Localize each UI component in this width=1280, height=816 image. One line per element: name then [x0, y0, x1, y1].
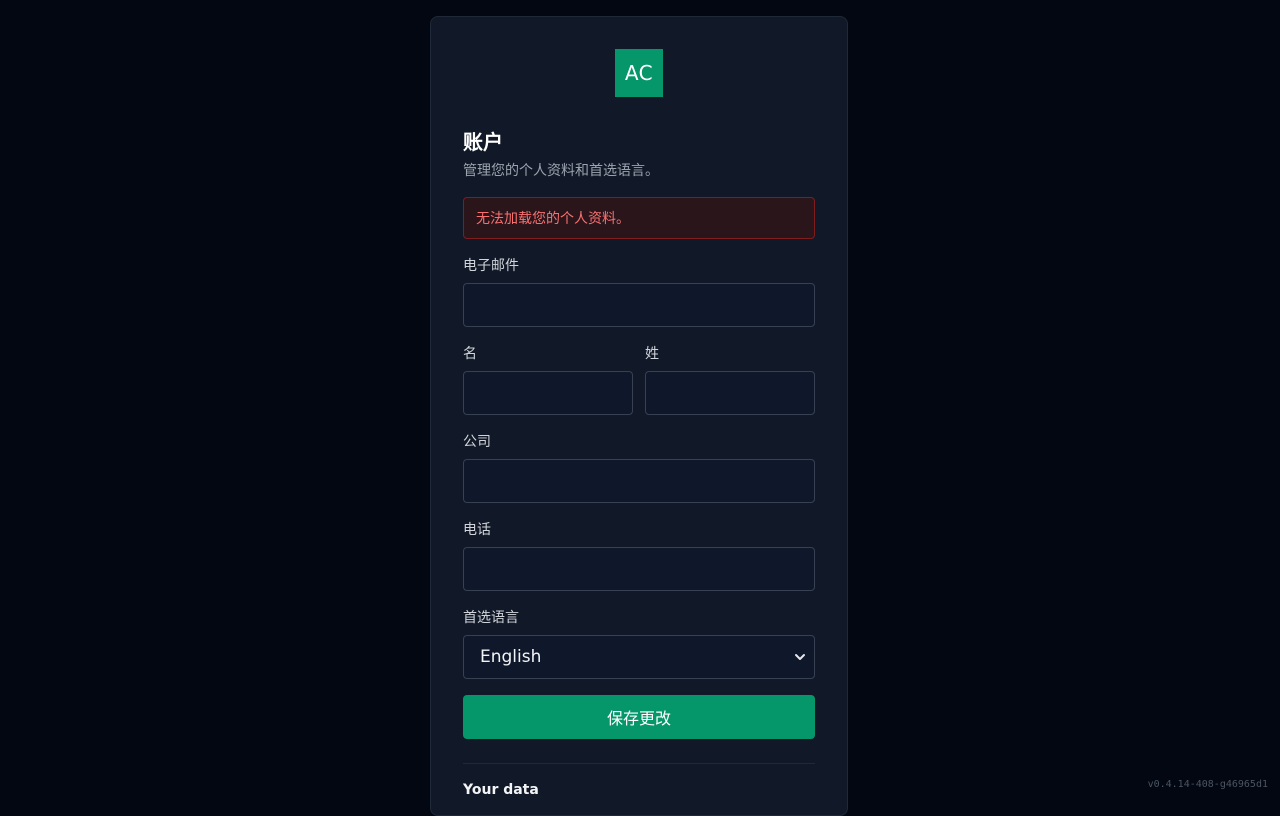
last-name-label: 姓 — [645, 345, 815, 363]
name-row: 名 姓 — [463, 345, 815, 415]
your-data-heading: Your data — [463, 782, 815, 798]
last-name-group: 姓 — [645, 345, 815, 415]
email-group: 电子邮件 — [463, 257, 815, 327]
page-title: 账户 — [463, 129, 815, 155]
error-alert: 无法加载您的个人资料。 — [463, 197, 815, 239]
language-selected-value: English — [480, 647, 541, 667]
company-label: 公司 — [463, 433, 815, 451]
language-group: 首选语言 English — [463, 609, 815, 679]
page-subtitle: 管理您的个人资料和首选语言。 — [463, 161, 815, 181]
logo: AC — [615, 49, 663, 97]
company-field[interactable] — [463, 459, 815, 503]
logo-text: AC — [625, 61, 653, 85]
save-button[interactable]: 保存更改 — [463, 695, 815, 739]
error-message: 无法加载您的个人资料。 — [476, 208, 630, 228]
first-name-label: 名 — [463, 345, 633, 363]
first-name-field[interactable] — [463, 371, 633, 415]
chevron-down-icon — [794, 651, 806, 663]
company-group: 公司 — [463, 433, 815, 503]
language-label: 首选语言 — [463, 609, 815, 627]
divider — [463, 763, 815, 764]
email-field[interactable] — [463, 283, 815, 327]
language-select[interactable]: English — [463, 635, 815, 679]
phone-group: 电话 — [463, 521, 815, 591]
phone-label: 电话 — [463, 521, 815, 539]
email-label: 电子邮件 — [463, 257, 815, 275]
phone-field[interactable] — [463, 547, 815, 591]
last-name-field[interactable] — [645, 371, 815, 415]
version-label: v0.4.14-408-g46965d1 — [1148, 779, 1268, 790]
first-name-group: 名 — [463, 345, 633, 415]
account-card: AC 账户 管理您的个人资料和首选语言。 无法加载您的个人资料。 电子邮件 名 … — [430, 16, 848, 816]
